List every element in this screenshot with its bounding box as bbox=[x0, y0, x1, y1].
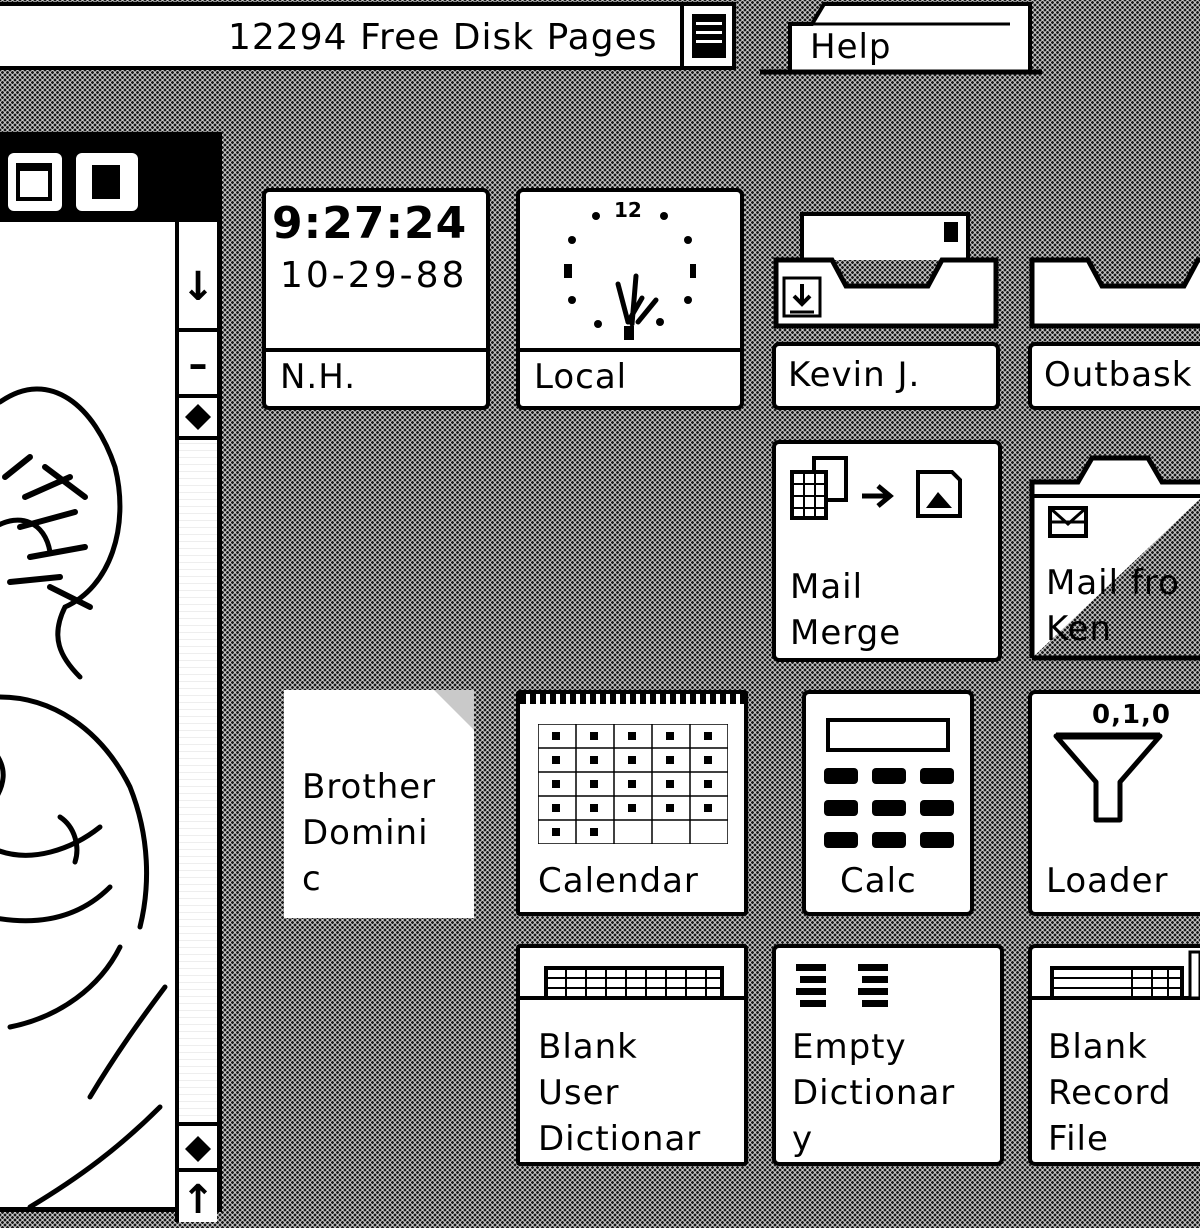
blank-record-file-icon[interactable]: Blank Record File bbox=[1028, 944, 1200, 1166]
document-window[interactable]: ↓ – ↑ bbox=[0, 132, 222, 1223]
clock-time: 9:27:24 bbox=[272, 198, 468, 249]
help-folder[interactable]: Help bbox=[760, 0, 1050, 80]
dog-ear bbox=[434, 690, 474, 730]
blank-user-dictionary-icon[interactable]: Blank User Dictionar bbox=[516, 944, 748, 1166]
mail-from-ken-folder[interactable]: Mail fro Ken bbox=[1028, 452, 1200, 664]
disk-status-bar: 12294 Free Disk Pages bbox=[0, 2, 736, 70]
blank-record-file-label: Blank Record File bbox=[1048, 1027, 1172, 1159]
window-title-bar[interactable] bbox=[0, 137, 217, 222]
empty-dictionary-label: Empty Dictionar y bbox=[792, 1027, 956, 1159]
funnel-icon bbox=[1053, 732, 1163, 823]
calc-keypad-icon bbox=[824, 768, 954, 848]
brother-dominic-label: Brother Domini c bbox=[302, 767, 437, 899]
loader-badge: 0,1,0 bbox=[1092, 700, 1172, 730]
loader-label: Loader bbox=[1046, 861, 1169, 901]
boy-portrait-drawing bbox=[0, 386, 168, 1210]
clock-twelve: 12 bbox=[614, 198, 642, 222]
scroll-up-button[interactable]: ↓ bbox=[179, 242, 217, 332]
calculator-icon[interactable]: Calc bbox=[802, 690, 974, 916]
calc-label: Calc bbox=[840, 861, 917, 901]
scroll-track[interactable] bbox=[179, 436, 217, 1126]
scroll-minus-icon: – bbox=[188, 342, 208, 386]
inbasket-icon[interactable]: Kevin J. bbox=[772, 200, 1002, 412]
calendar-icon[interactable]: Calendar bbox=[516, 690, 748, 916]
scroll-page-button[interactable]: – bbox=[179, 336, 217, 398]
mail-merge-icon[interactable]: Mail Merge bbox=[772, 440, 1002, 662]
analog-clock-label: Local bbox=[534, 357, 628, 397]
dictionary-columns-icon bbox=[796, 964, 888, 1007]
vertical-scrollbar[interactable]: ↓ – ↑ bbox=[175, 222, 217, 1223]
outbasket-label: Outbask bbox=[1044, 355, 1193, 395]
illustration-canvas bbox=[0, 227, 170, 1217]
scroll-thumb-bottom[interactable] bbox=[183, 1134, 213, 1164]
calendar-grid-icon bbox=[538, 724, 728, 844]
brother-dominic-document[interactable]: Brother Domini c bbox=[284, 690, 474, 918]
digital-clock-icon[interactable]: 9:27:24 10-29-88 N.H. bbox=[262, 188, 490, 410]
status-bar-menu-button[interactable] bbox=[692, 14, 726, 58]
inbasket-tray-icon bbox=[773, 212, 999, 329]
dictionary-tab-icon bbox=[520, 966, 744, 1000]
help-label: Help bbox=[810, 27, 892, 67]
merge-arrow-icon bbox=[790, 456, 962, 520]
analog-clock-icon[interactable]: 12 Local bbox=[516, 188, 744, 410]
window-close-box[interactable] bbox=[76, 153, 138, 211]
free-disk-pages-text: 12294 Free Disk Pages bbox=[228, 17, 658, 58]
clock-date: 10-29-88 bbox=[280, 255, 468, 296]
outbasket-icon[interactable]: Outbask bbox=[1028, 200, 1200, 412]
outbasket-tray-icon bbox=[1029, 257, 1200, 329]
record-file-tab-icon bbox=[1032, 950, 1200, 1000]
help-folder-icon bbox=[760, 1, 1042, 75]
scroll-thumb-top[interactable] bbox=[183, 402, 213, 432]
window-resize-box[interactable] bbox=[8, 153, 62, 211]
calendar-label: Calendar bbox=[538, 861, 699, 901]
scroll-arrow-up-icon: ↑ bbox=[181, 1177, 215, 1223]
mail-from-ken-label: Mail fro Ken bbox=[1046, 563, 1180, 649]
inbasket-label: Kevin J. bbox=[788, 355, 921, 395]
clock-label: N.H. bbox=[280, 357, 357, 397]
calc-display bbox=[826, 718, 950, 752]
mail-merge-label: Mail Merge bbox=[790, 567, 902, 653]
blank-user-dictionary-label: Blank User Dictionar bbox=[538, 1027, 702, 1159]
calendar-top-edge bbox=[520, 694, 744, 704]
loader-icon[interactable]: 0,1,0 Loader bbox=[1028, 690, 1200, 916]
status-bar-divider bbox=[680, 6, 684, 66]
scroll-arrow-down-icon: ↓ bbox=[181, 264, 215, 310]
empty-dictionary-icon[interactable]: Empty Dictionar y bbox=[772, 944, 1004, 1166]
scroll-down-button[interactable]: ↑ bbox=[179, 1168, 217, 1228]
